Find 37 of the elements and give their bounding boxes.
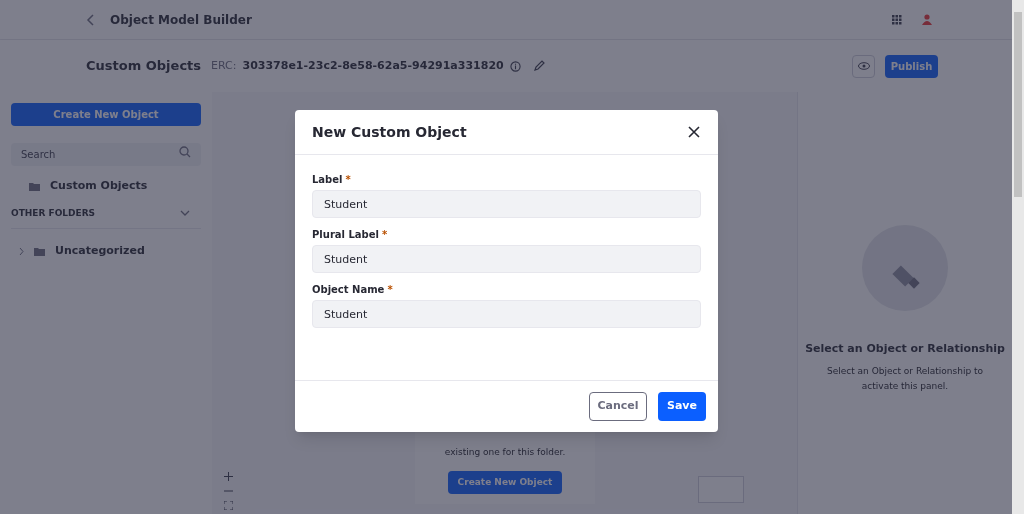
caret-icon[interactable] xyxy=(19,247,24,255)
back-icon[interactable] xyxy=(86,13,96,26)
section-header: OTHER FOLDERS xyxy=(11,206,97,220)
edit-pencil-icon[interactable] xyxy=(532,60,545,72)
close-button[interactable] xyxy=(687,125,701,139)
chevron-icon[interactable] xyxy=(180,210,190,217)
empty-state-text: existing one for this folder. xyxy=(444,445,566,459)
panel-description: Select an Object or Relationship to activate this panel. xyxy=(825,364,985,393)
page-title: Object Model Builder xyxy=(110,11,252,29)
eye-icon xyxy=(857,62,870,70)
save-button[interactable]: Save xyxy=(658,392,706,421)
apps-grid-icon[interactable] xyxy=(892,14,902,25)
section-title: Custom Objects xyxy=(86,57,202,76)
text-field[interactable]: Student xyxy=(312,245,701,273)
text-field[interactable]: Student xyxy=(312,300,701,328)
search-field[interactable]: Search xyxy=(11,143,201,166)
dialog-title: New Custom Object xyxy=(312,122,468,142)
folder-item[interactable]: Custom Objects xyxy=(50,178,148,195)
fit-screen-icon[interactable] xyxy=(223,501,233,510)
scrollbar[interactable] xyxy=(1012,0,1024,514)
field-label: Plural Label * xyxy=(312,228,389,241)
cancel-button[interactable]: Cancel xyxy=(589,392,647,421)
field-label: Label * xyxy=(312,173,352,186)
preview-button[interactable] xyxy=(852,54,875,78)
search-icon[interactable] xyxy=(179,146,191,158)
folder-icon xyxy=(29,181,40,191)
close-icon xyxy=(688,126,700,138)
folder-icon xyxy=(34,246,45,256)
folder-item[interactable]: Uncategorized xyxy=(55,243,145,260)
zoom-in-icon[interactable] xyxy=(223,472,233,481)
field-label: Object Name * xyxy=(312,283,394,296)
user-avatar-icon[interactable] xyxy=(922,14,932,25)
erc-value: 303378e1-23c2-8e58-62a5-94291a331820 xyxy=(242,57,504,74)
text-field[interactable]: Student xyxy=(312,190,701,218)
erc-label: ERC: xyxy=(211,57,237,74)
info-icon[interactable] xyxy=(509,60,521,72)
panel-title: Select an Object or Relationship xyxy=(805,341,1005,357)
